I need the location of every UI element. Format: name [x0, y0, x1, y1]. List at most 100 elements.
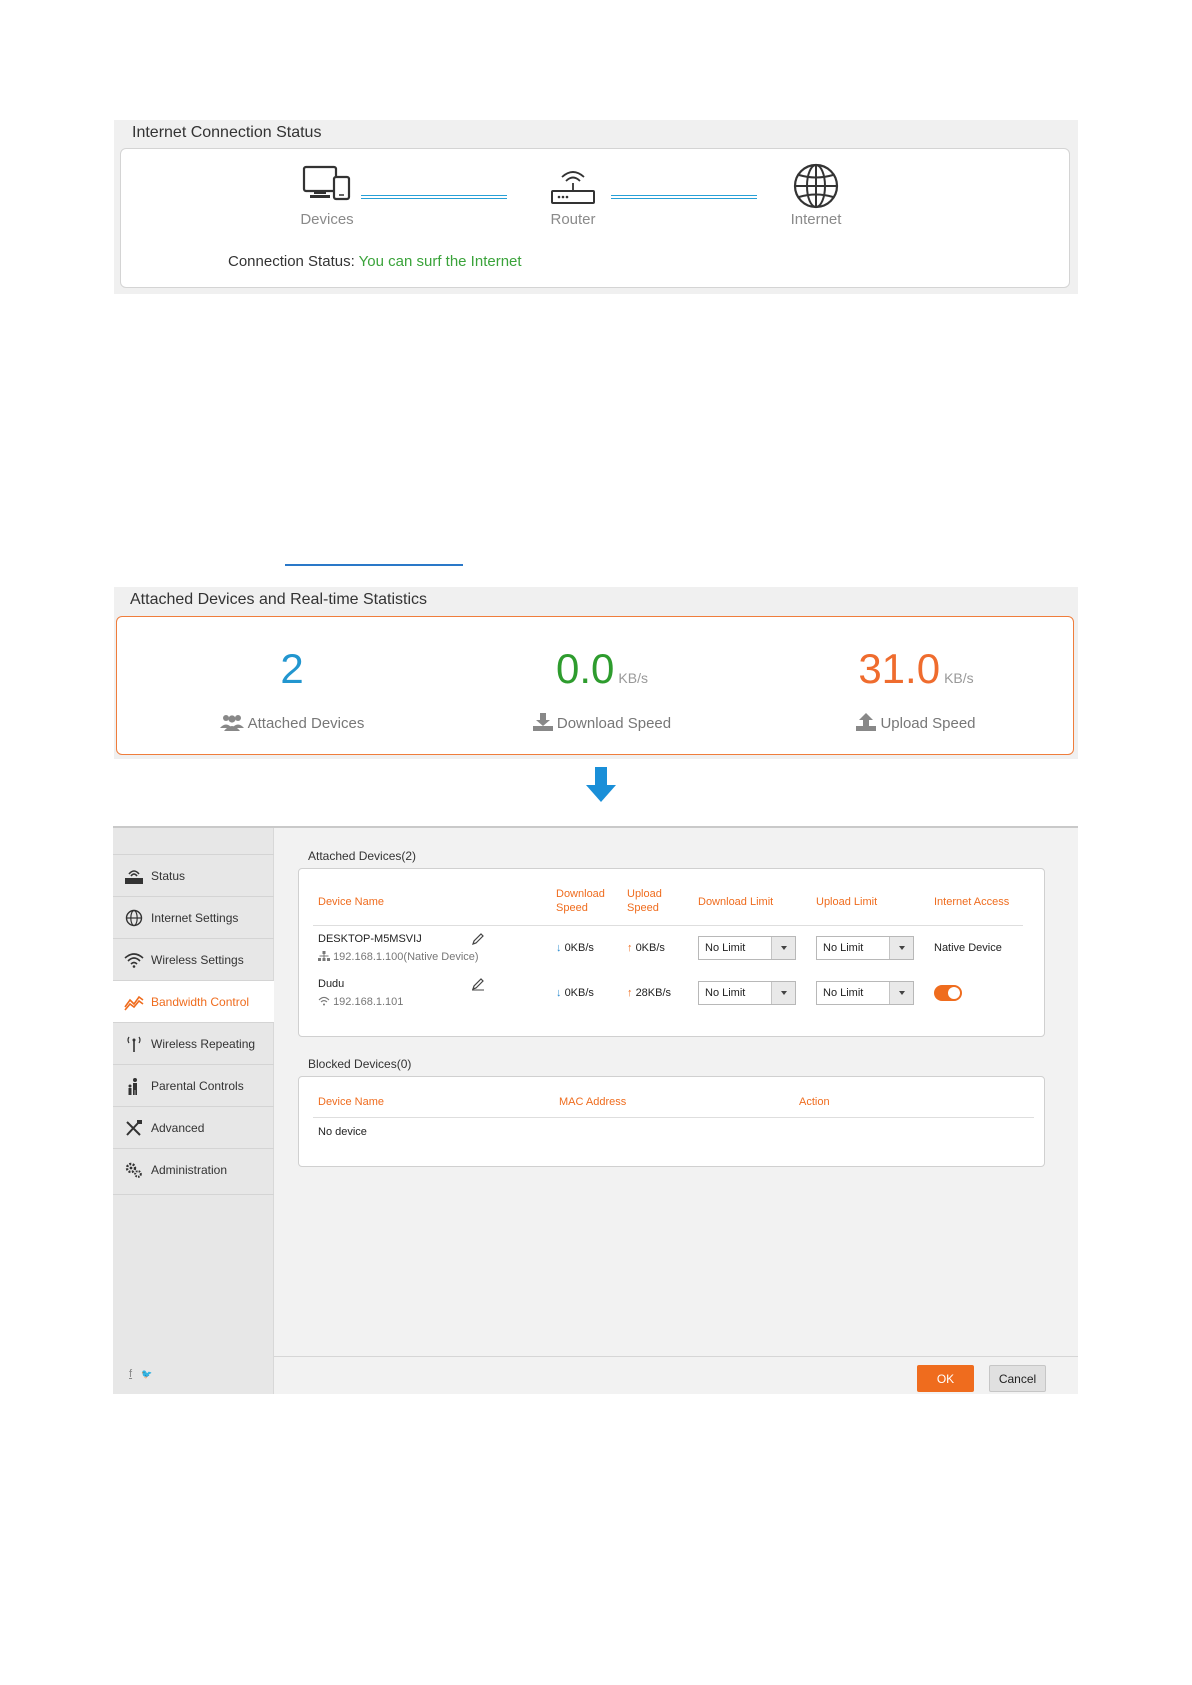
internet-connection-status-panel: Internet Connection Status Devices Route… — [114, 120, 1078, 294]
attached-devices-title: Attached Devices(2) — [308, 849, 417, 863]
sidebar-item-advanced[interactable]: Advanced — [113, 1106, 274, 1148]
blocked-devices-title: Blocked Devices(0) — [308, 1057, 412, 1071]
wifi-icon — [318, 996, 330, 1006]
router-label: Router — [550, 211, 596, 228]
chevron-down-icon[interactable] — [771, 937, 795, 959]
upload-speed-label-row: Upload Speed — [841, 713, 991, 732]
col-upload-limit: Upload Limit — [816, 896, 878, 908]
ok-button[interactable]: OK — [917, 1365, 974, 1392]
bandwidth-icon — [124, 995, 144, 1011]
col-device-name: Device Name — [318, 896, 385, 908]
internet-label: Internet — [790, 211, 842, 228]
upload-speed-label: Upload Speed — [880, 715, 976, 732]
upload-limit-select[interactable]: No Limit — [816, 981, 914, 1005]
sidebar-item-label: Administration — [151, 1163, 228, 1177]
social-links: f 🐦 — [129, 1368, 152, 1380]
parent-child-icon — [128, 1078, 137, 1095]
edit-pencil-icon[interactable] — [471, 977, 485, 991]
sidebar-item-label: Wireless Settings — [151, 953, 244, 967]
devices-icon — [302, 165, 351, 201]
download-speed-cell: ↓ 0KB/s — [556, 942, 594, 954]
internet-node: Internet — [756, 163, 876, 228]
connection-panel-title: Internet Connection Status — [132, 124, 322, 141]
sidebar-nav: Status Internet Settings Wireless Settin… — [113, 828, 274, 1394]
internet-access-native: Native Device — [934, 942, 1002, 954]
col-upload-speed: Upload Speed — [627, 888, 662, 914]
download-speed-label-row: Download Speed — [527, 713, 677, 732]
gears-icon — [125, 1162, 142, 1178]
upload-speed-value: 31.0 — [858, 645, 941, 692]
sidebar-divider — [113, 1194, 274, 1195]
attached-devices-card: Device Name Download Speed Upload Speed … — [298, 868, 1045, 1037]
twitter-icon[interactable]: 🐦 — [141, 1369, 152, 1379]
devices-label: Devices — [300, 211, 354, 228]
chevron-down-icon[interactable] — [889, 982, 913, 1004]
wifi-icon — [124, 953, 144, 968]
connection-status-value: You can surf the Internet — [358, 253, 522, 270]
link-underline — [285, 564, 463, 566]
col-mac-address: MAC Address — [559, 1096, 627, 1108]
upload-icon — [856, 713, 877, 731]
users-icon — [219, 715, 244, 731]
attached-devices-stats-panel: Attached Devices and Real-time Statistic… — [114, 587, 1078, 759]
chevron-down-icon[interactable] — [771, 982, 795, 1004]
sidebar-item-status[interactable]: Status — [113, 854, 274, 896]
footer-actions: OK Cancel — [274, 1356, 1078, 1394]
stats-panel-title: Attached Devices and Real-time Statistic… — [130, 591, 428, 608]
sidebar-item-parental-controls[interactable]: Parental Controls — [113, 1064, 274, 1106]
download-speed-label: Download Speed — [556, 715, 672, 732]
connection-status: Connection Status: You can surf the Inte… — [228, 253, 522, 270]
col-device-name: Device Name — [318, 1096, 385, 1108]
upload-speed-unit: KB/s — [944, 670, 974, 686]
attached-devices-value: 2 — [280, 645, 304, 692]
router-icon — [551, 171, 595, 204]
globe-icon — [793, 163, 839, 209]
device-ip: 192.168.1.101 — [318, 996, 403, 1008]
device-name: Dudu — [318, 978, 345, 990]
router-admin-window: Status Internet Settings Wireless Settin… — [113, 826, 1078, 1394]
facebook-icon[interactable]: f — [129, 1368, 132, 1380]
col-action: Action — [799, 1096, 830, 1108]
sidebar-item-administration[interactable]: Administration — [113, 1148, 274, 1190]
header-divider — [313, 925, 1023, 926]
attached-devices-label-row: Attached Devices — [217, 713, 367, 732]
download-limit-select[interactable]: No Limit — [698, 981, 796, 1005]
upload-limit-select[interactable]: No Limit — [816, 936, 914, 960]
connection-topology-box: Devices Router Internet Connection Statu… — [120, 148, 1070, 288]
device-name: DESKTOP-M5MSVIJ — [318, 933, 422, 945]
tools-icon — [126, 1120, 142, 1136]
connection-status-label: Connection Status: — [228, 253, 355, 270]
col-download-speed: Download Speed — [556, 888, 605, 914]
sidebar-item-internet-settings[interactable]: Internet Settings — [113, 896, 274, 938]
cancel-button[interactable]: Cancel — [989, 1365, 1046, 1392]
router-internet-link — [611, 195, 757, 199]
devices-router-link — [361, 195, 507, 199]
sidebar-item-wireless-repeating[interactable]: Wireless Repeating — [113, 1022, 274, 1064]
download-speed-stat: 0.0 KB/s Download Speed — [527, 647, 677, 732]
attached-devices-stat: 2 Attached Devices — [217, 647, 367, 732]
stats-box: 2 Attached Devices 0.0 KB/s Download Spee… — [116, 616, 1074, 755]
download-speed-unit: KB/s — [618, 670, 648, 686]
sidebar-item-wireless-settings[interactable]: Wireless Settings — [113, 938, 274, 980]
main-content: Attached Devices(2) Device Name Download… — [274, 828, 1078, 1394]
col-internet-access: Internet Access — [934, 896, 1010, 908]
download-icon — [532, 713, 553, 731]
edit-pencil-icon[interactable] — [471, 932, 485, 946]
sidebar-item-label: Wireless Repeating — [151, 1037, 256, 1051]
antenna-icon — [127, 1036, 141, 1052]
upload-speed-stat: 31.0 KB/s Upload Speed — [841, 647, 991, 732]
device-ip: 192.168.1.100(Native Device) — [318, 951, 479, 963]
upload-speed-cell: ↑ 28KB/s — [627, 987, 672, 999]
download-limit-select[interactable]: No Limit — [698, 936, 796, 960]
sidebar-item-label: Parental Controls — [151, 1079, 244, 1093]
sidebar-item-label: Advanced — [151, 1121, 205, 1135]
arrow-down-icon — [586, 767, 616, 802]
chevron-down-icon[interactable] — [889, 937, 913, 959]
download-speed-value: 0.0 — [556, 645, 615, 692]
header-divider — [313, 1117, 1034, 1118]
sidebar-item-label: Status — [151, 869, 186, 883]
sidebar-item-bandwidth-control[interactable]: Bandwidth Control — [113, 980, 274, 1022]
router-status-icon — [125, 870, 143, 884]
internet-access-toggle[interactable] — [934, 985, 962, 1001]
sidebar-item-label: Bandwidth Control — [151, 995, 250, 1009]
